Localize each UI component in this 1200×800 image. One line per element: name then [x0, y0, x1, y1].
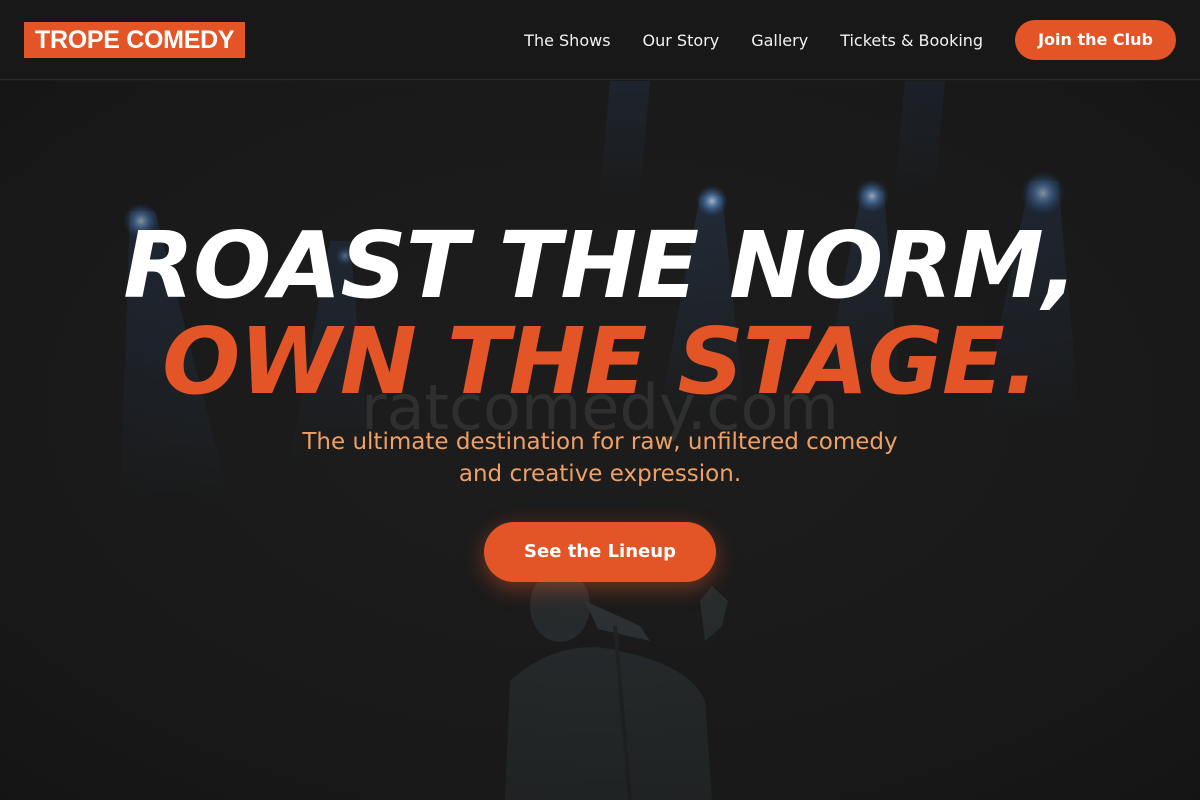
page: TROPE COMEDY The Shows Our Story Gallery… — [0, 0, 1200, 800]
main-nav: The Shows Our Story Gallery Tickets & Bo… — [524, 20, 1176, 60]
nav-link-the-shows[interactable]: The Shows — [524, 31, 610, 50]
logo[interactable]: TROPE COMEDY — [24, 22, 246, 58]
site-header: TROPE COMEDY The Shows Our Story Gallery… — [0, 0, 1200, 80]
hero-subtitle-line-2: and creative expression. — [458, 461, 742, 487]
nav-link-tickets-booking[interactable]: Tickets & Booking — [840, 31, 983, 50]
nav-link-our-story[interactable]: Our Story — [643, 31, 720, 50]
nav-link-gallery[interactable]: Gallery — [751, 31, 808, 50]
hero-headline-line-2: OWN THE STAGE. — [162, 308, 1039, 415]
hero-section: ratcomedy.com ROAST THE NORM, OWN THE ST… — [0, 81, 1200, 800]
see-the-lineup-button[interactable]: See the Lineup — [484, 522, 716, 582]
hero-subtitle: The ultimate destination for raw, unfilt… — [250, 426, 950, 490]
hero-subtitle-line-1: The ultimate destination for raw, unfilt… — [302, 429, 898, 455]
join-the-club-button[interactable]: Join the Club — [1015, 20, 1176, 60]
hero-headline-line-1: ROAST THE NORM, — [123, 212, 1077, 319]
